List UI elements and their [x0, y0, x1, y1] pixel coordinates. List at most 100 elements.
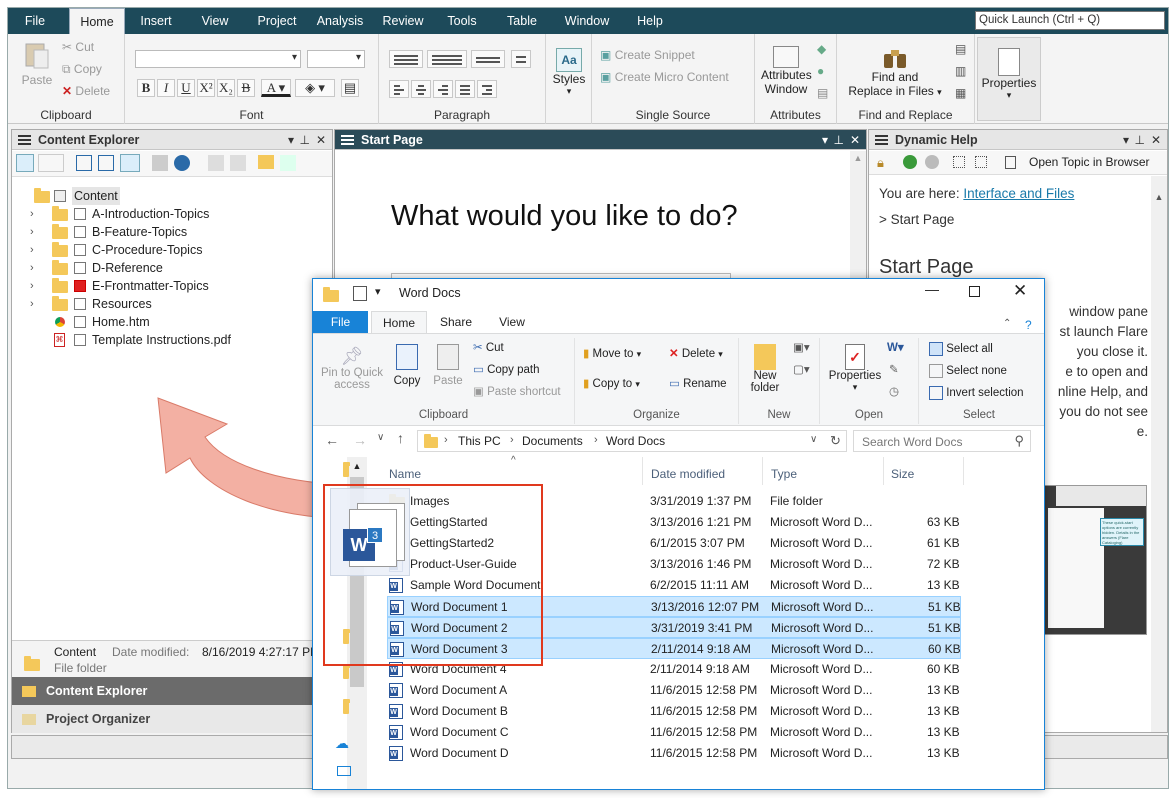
highlight-button[interactable]: ◈ ▾ — [295, 79, 335, 97]
tab-project[interactable]: Project — [252, 8, 302, 34]
tab-home[interactable]: Home — [69, 8, 125, 34]
tool-icon[interactable] — [208, 155, 224, 171]
pin-quick-access-button[interactable]: 📌︎ Pin to Quick access — [319, 346, 385, 391]
chevron-down-icon[interactable]: ▾ — [288, 130, 294, 150]
find-tool-icon[interactable]: ▦ — [955, 86, 966, 100]
checkbox[interactable] — [74, 316, 86, 328]
refresh-icon[interactable]: ↻ — [830, 433, 841, 449]
checkbox[interactable] — [74, 208, 86, 220]
invert-selection-button[interactable]: Invert selection — [929, 386, 1024, 400]
align-right-button[interactable] — [433, 80, 453, 98]
search-box[interactable]: Search Word Docs ⚲ — [853, 430, 1031, 452]
tab-analysis[interactable]: Analysis — [312, 8, 368, 34]
help-icon[interactable]: ? — [1025, 318, 1032, 332]
subscript-button[interactable]: X₂ — [217, 79, 235, 97]
tab-project-organizer[interactable]: Project Organizer — [12, 705, 332, 733]
numbered-list-button[interactable] — [427, 50, 467, 68]
explorer-paste-button[interactable]: Paste — [431, 344, 465, 387]
rename-button[interactable]: ▭ Rename — [669, 376, 727, 390]
tool-icon[interactable] — [280, 155, 296, 171]
delete-button[interactable]: ✕ Delete — [62, 84, 110, 98]
tab-table[interactable]: Table — [500, 8, 544, 34]
chevron-right-icon[interactable]: › — [30, 295, 34, 313]
tool-icon[interactable] — [230, 155, 246, 171]
file-row[interactable]: Word Document A 11/6/2015 12:58 PM Microso… — [387, 680, 961, 701]
breadcrumb-word-docs[interactable]: Word Docs — [606, 434, 665, 448]
copy-file-icon[interactable] — [98, 155, 114, 171]
new-file-icon[interactable] — [76, 155, 92, 171]
checkbox[interactable] — [54, 190, 66, 202]
bold-button[interactable]: B — [137, 79, 155, 97]
refresh-icon[interactable] — [174, 155, 190, 171]
explorer-tab-view[interactable]: View — [487, 311, 537, 333]
column-date-modified[interactable]: Date modified — [651, 467, 725, 481]
pin-icon[interactable]: ⊥ — [1135, 130, 1145, 150]
create-snippet-button[interactable]: ▣ Create Snippet — [600, 48, 695, 62]
folder-view-icon[interactable] — [16, 154, 34, 172]
collapse-ribbon-icon[interactable]: ⌃ — [1003, 318, 1011, 329]
show-tags-button[interactable] — [511, 50, 531, 68]
new-folder-icon[interactable] — [258, 155, 274, 169]
chevron-down-icon[interactable]: ∨ — [377, 432, 384, 443]
close-icon[interactable]: ✕ — [316, 130, 326, 150]
chevron-up-icon[interactable]: ▲ — [347, 461, 367, 471]
back-arrow-icon[interactable]: ← — [325, 432, 339, 448]
explorer-tab-file[interactable]: File — [313, 311, 368, 333]
copy-to-button[interactable]: ▮ Copy to ▾ — [583, 376, 640, 390]
explorer-delete-button[interactable]: ✕ Delete ▾ — [669, 346, 723, 360]
underline-button[interactable]: U — [177, 79, 195, 97]
clear-format-button[interactable]: ▤ — [341, 79, 359, 97]
up-arrow-icon[interactable]: ↑ — [397, 430, 404, 446]
copy-button[interactable]: ⧉ Copy — [62, 62, 102, 77]
font-size-select[interactable] — [307, 50, 365, 68]
easy-access-icon[interactable]: ▢▾ — [793, 362, 810, 376]
chevron-up-icon[interactable]: ▲ — [850, 153, 866, 163]
minimize-icon[interactable]: — — [925, 281, 939, 297]
column-name[interactable]: Name — [389, 467, 421, 481]
attribute-tool-icon[interactable]: ● — [817, 64, 824, 78]
checkbox[interactable] — [74, 262, 86, 274]
checkbox[interactable] — [74, 244, 86, 256]
strikethrough-button[interactable]: B — [237, 79, 255, 97]
tab-content-explorer[interactable]: Content Explorer — [12, 677, 332, 705]
properties-icon[interactable] — [353, 286, 367, 301]
tab-help[interactable]: Help — [630, 8, 670, 34]
search-icon[interactable]: ⚲ — [1014, 433, 1024, 449]
tab-review[interactable]: Review — [378, 8, 428, 34]
align-center-button[interactable] — [411, 80, 431, 98]
new-folder-button[interactable]: New folder — [745, 344, 785, 394]
chevron-down-icon[interactable]: ∨ — [810, 434, 817, 445]
breadcrumb-this-pc[interactable]: This PC — [458, 434, 501, 448]
select-none-button[interactable]: Select none — [929, 364, 1007, 378]
document-icon[interactable] — [1005, 156, 1016, 169]
find-replace-button[interactable]: Find and Replace in Files ▾ — [847, 46, 943, 98]
address-bar[interactable]: › This PC › Documents › Word Docs ∨ ↻ — [417, 430, 847, 452]
attribute-tool-icon[interactable]: ▤ — [817, 86, 828, 100]
font-color-button[interactable]: A ▾ — [261, 79, 291, 97]
forward-arrow-icon[interactable]: → — [353, 432, 367, 448]
styles-button[interactable]: Aa Styles ▾ — [550, 48, 588, 97]
chevron-right-icon[interactable]: › — [30, 223, 34, 241]
bullet-list-button[interactable] — [389, 50, 423, 68]
file-row[interactable]: Word Document D 11/6/2015 12:58 PM Microso… — [387, 743, 961, 764]
explorer-properties-button[interactable]: ✓ Properties ▾ — [827, 344, 883, 393]
grid-view-icon[interactable] — [120, 154, 140, 172]
chevron-down-icon[interactable]: ▾ — [822, 130, 828, 150]
chevron-up-icon[interactable]: ▲ — [1151, 192, 1167, 202]
move-to-button[interactable]: ▮ Move to ▾ — [583, 346, 641, 360]
checkbox[interactable] — [74, 298, 86, 310]
select-all-button[interactable]: Select all — [929, 342, 993, 356]
pin-icon[interactable]: ⊥ — [300, 130, 310, 150]
superscript-button[interactable]: X² — [197, 79, 215, 97]
font-family-select[interactable] — [135, 50, 301, 68]
column-size[interactable]: Size — [891, 467, 914, 481]
attributes-window-button[interactable]: Attributes Window — [761, 46, 812, 96]
open-with-word-icon[interactable]: W▾ — [887, 340, 904, 354]
tool-icon[interactable] — [152, 155, 168, 171]
layout-icon[interactable] — [38, 154, 64, 172]
maximize-icon[interactable] — [969, 286, 980, 297]
close-icon[interactable]: ✕ — [1151, 130, 1161, 150]
tab-tools[interactable]: Tools — [440, 8, 484, 34]
find-tool-icon[interactable]: ▤ — [955, 42, 966, 56]
back-icon[interactable] — [903, 155, 917, 169]
